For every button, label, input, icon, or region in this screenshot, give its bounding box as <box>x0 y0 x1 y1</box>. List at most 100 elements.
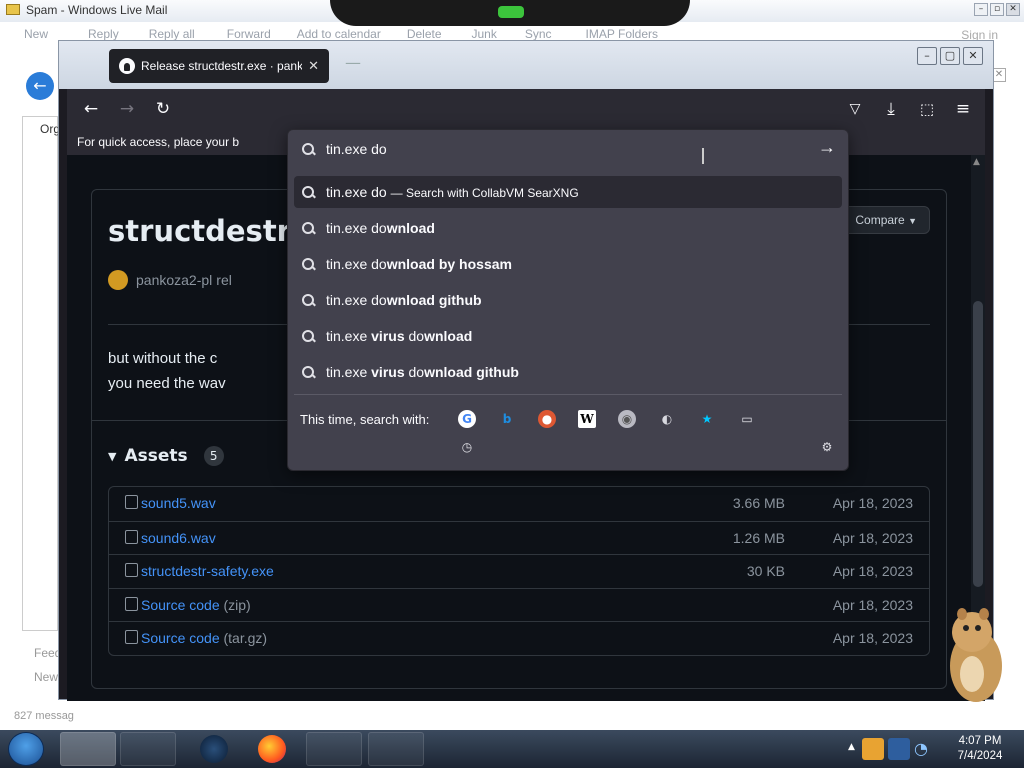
assets-toggle[interactable]: ▼ Assets 5 <box>108 446 224 466</box>
tab-strip: Release structdestr.exe · pankoza2-pl/ma… <box>59 41 993 89</box>
ff-minimize-button[interactable]: – <box>917 47 937 65</box>
suggestion-label: tin.exe download <box>326 220 435 236</box>
asset-size: 30 KB <box>746 563 785 579</box>
navigation-toolbar: ← → ↻ ▽ ⤓ ⬚ ≡ <box>67 89 985 129</box>
urlbar-dropdown: tin.exe do → tin.exe do — Search with Co… <box>287 129 849 471</box>
minimize-button[interactable]: – <box>974 3 988 16</box>
window-app-icon[interactable] <box>60 732 116 766</box>
show-hidden-icons-icon[interactable]: ▲ <box>848 742 855 752</box>
assets-label: Assets <box>124 446 188 466</box>
pocket-icon[interactable]: ▽ <box>843 97 867 121</box>
mail-app-icon <box>6 4 20 15</box>
go-arrow-icon[interactable]: → <box>818 137 836 158</box>
duckduckgo-icon[interactable]: ● <box>538 410 556 428</box>
suggestion-item[interactable]: tin.exe download github <box>294 284 842 316</box>
wikipedia-icon[interactable]: W <box>578 410 596 428</box>
globe-app-icon[interactable] <box>186 732 242 766</box>
mail-back-button[interactable]: ← <box>26 72 54 100</box>
new-tab-icon[interactable]: — <box>345 53 361 72</box>
back-arrow-icon[interactable]: ← <box>79 97 103 121</box>
table-row: structdestr-safety.exe 30 KB Apr 18, 2023 <box>109 554 929 588</box>
suggestion-label: tin.exe download by hossam <box>326 256 512 272</box>
close-tab-icon[interactable]: ✕ <box>308 58 319 74</box>
searxng-icon[interactable]: ◉ <box>618 410 636 428</box>
bing-icon[interactable]: b <box>498 410 516 428</box>
suggestion-item[interactable]: tin.exe download by hossam <box>294 248 842 280</box>
search-icon <box>302 294 315 307</box>
url-input-text: tin.exe do <box>326 141 387 157</box>
bookmarks-icon[interactable]: ★ <box>698 410 716 428</box>
close-button[interactable]: ✕ <box>1006 3 1020 16</box>
active-tab[interactable]: Release structdestr.exe · pankoza2-pl/ma… <box>109 49 329 83</box>
history-icon[interactable]: ◷ <box>458 438 476 456</box>
close-pane-icon[interactable]: ✕ <box>992 68 1006 82</box>
suggestion-item[interactable]: tin.exe virus download github <box>294 356 842 388</box>
package-icon <box>125 529 138 544</box>
downloads-icon[interactable]: ⤓ <box>879 97 903 121</box>
suggestion-item[interactable]: tin.exe virus download <box>294 320 842 352</box>
asset-link[interactable]: Source code (tar.gz) <box>141 630 267 646</box>
search-icon <box>302 186 315 199</box>
release-body: but without the c you need the wav <box>108 346 226 396</box>
gear-icon[interactable]: ⚙ <box>818 438 836 456</box>
organize-label[interactable]: Org <box>40 122 60 136</box>
author-link[interactable]: pankoza2-pl <box>136 272 212 288</box>
text-cursor <box>702 148 704 164</box>
asset-date: Apr 18, 2023 <box>832 529 913 546</box>
network-icon[interactable] <box>888 738 910 760</box>
firefox-window-controls: – ▢ ✕ <box>917 47 983 65</box>
suggestion-label: tin.exe virus download github <box>326 364 519 380</box>
compare-label: Compare <box>855 213 905 227</box>
suggestion-item[interactable]: tin.exe do — Search with CollabVM SearXN… <box>294 176 842 208</box>
asset-date: Apr 18, 2023 <box>832 596 913 613</box>
search-with-label: This time, search with: <box>300 412 430 427</box>
asset-link[interactable]: sound5.wav <box>141 495 216 511</box>
avatar[interactable] <box>108 270 128 290</box>
scrollbar-thumb[interactable] <box>973 301 983 587</box>
tab-title: Release structdestr.exe · pankoza2-pl/ma… <box>141 59 303 73</box>
restore-button[interactable]: ▫ <box>990 3 1004 16</box>
app-menu-icon[interactable]: ≡ <box>951 97 975 121</box>
release-author: pankoza2-pl rel <box>108 270 232 290</box>
action-center-icon[interactable]: ◔ <box>914 739 928 758</box>
extensions-icon[interactable]: ⬚ <box>915 97 939 121</box>
zip-file-icon <box>125 630 138 644</box>
firefox-icon[interactable] <box>244 732 300 766</box>
search-icon <box>302 222 315 235</box>
asset-link[interactable]: sound6.wav <box>141 530 216 546</box>
tabs-icon[interactable]: ▭ <box>738 410 756 428</box>
clock-time: 4:07 PM <box>958 735 1002 747</box>
asset-date: Apr 18, 2023 <box>832 495 913 511</box>
media-player-icon[interactable] <box>120 732 176 766</box>
google-icon[interactable]: G <box>458 410 476 428</box>
suggestion-item[interactable]: tin.exe download <box>294 212 842 244</box>
suggestion-label: tin.exe download github <box>326 292 482 308</box>
start-button[interactable] <box>8 732 44 766</box>
firefox-window: Release structdestr.exe · pankoza2-pl/ma… <box>58 40 994 701</box>
scroll-up-icon[interactable]: ▲ <box>973 157 980 167</box>
mail-window-controls: – ▫ ✕ <box>974 3 1020 16</box>
clock[interactable]: 4:07 PM 7/4/2024 <box>940 734 1020 764</box>
zip-file-icon <box>125 596 138 611</box>
ff-close-button[interactable]: ✕ <box>963 47 983 65</box>
compare-button[interactable]: Compare ▼ <box>842 206 930 234</box>
toolbar-new[interactable]: New <box>24 22 48 46</box>
tray-app-icon[interactable] <box>862 738 884 760</box>
asset-date: Apr 18, 2023 <box>832 563 913 579</box>
reload-icon[interactable]: ↻ <box>151 97 175 121</box>
box-app-icon[interactable] <box>306 732 362 766</box>
asset-link[interactable]: structdestr-safety.exe <box>141 563 274 579</box>
asset-link[interactable]: Source code (zip) <box>141 597 251 613</box>
asset-size: 1.26 MB <box>732 529 785 546</box>
forward-arrow-icon[interactable]: → <box>115 97 139 121</box>
triangle-down-icon: ▼ <box>108 449 117 463</box>
table-row: sound5.wav 3.66 MB Apr 18, 2023 <box>109 487 929 521</box>
url-input[interactable]: tin.exe do → <box>288 130 848 170</box>
ff-maximize-button[interactable]: ▢ <box>940 47 960 65</box>
table-row: sound6.wav 1.26 MB Apr 18, 2023 <box>109 520 929 555</box>
released-text: rel <box>216 272 232 288</box>
github-icon[interactable]: ◐ <box>658 410 676 428</box>
divider <box>294 394 842 395</box>
gadget-indicator-icon <box>498 6 524 18</box>
mail-app-icon[interactable] <box>368 732 424 766</box>
